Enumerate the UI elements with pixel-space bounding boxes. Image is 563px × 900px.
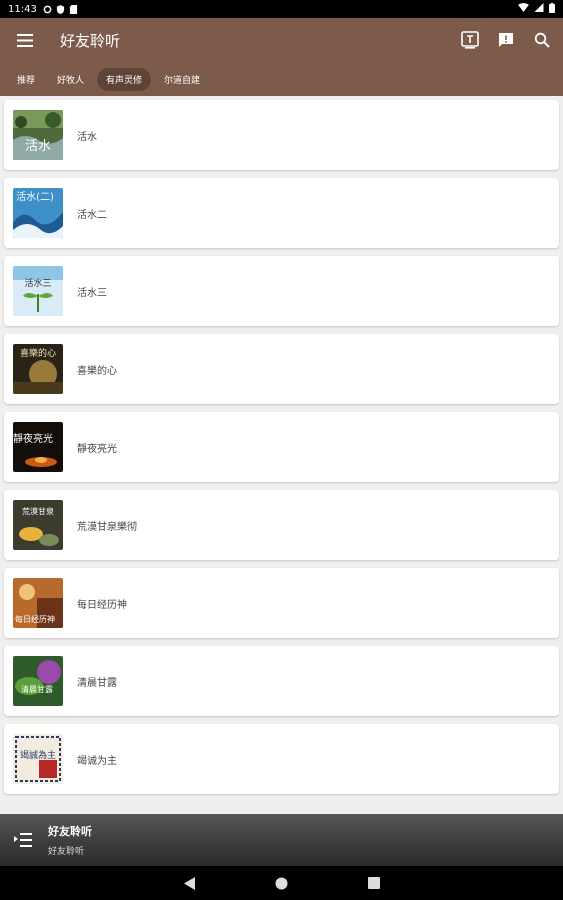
list-item-label: 每日经历神 (77, 599, 127, 611)
list-item[interactable]: 活水三 活水三 (4, 256, 559, 326)
thumbnail-text: 活水 (25, 139, 51, 154)
program-thumbnail: 荒漠甘泉 (13, 500, 63, 550)
list-item-label: 靜夜亮光 (77, 443, 117, 455)
thumbnail-text: 活水(二) (16, 191, 54, 203)
navigation-bar (0, 866, 563, 900)
player-subtitle: 好友聆听 (48, 847, 85, 857)
thumbnail-text: 清晨甘露 (21, 684, 53, 694)
list-item-label: 荒漠甘泉樂彻 (77, 521, 137, 533)
list-item[interactable]: 清晨甘露 清晨甘露 (4, 646, 559, 716)
status-bar: 11:43 (0, 0, 563, 18)
program-thumbnail: 活水 (13, 110, 63, 160)
program-thumbnail: 喜樂的心 (13, 344, 63, 394)
mini-player[interactable]: 好友聆听 好友聆听 (0, 814, 563, 866)
menu-icon[interactable] (10, 25, 40, 55)
program-list: 活水 活水 活水(二) 活水二 活水三 活水三 喜樂的心 喜樂的心 靜夜亮光 靜… (0, 96, 563, 814)
list-item-label: 活水 (77, 131, 97, 143)
thumbnail-text: 每日经历神 (15, 614, 55, 624)
search-icon[interactable] (531, 29, 553, 51)
app-bar: 好友聆听 推荐 好牧人 有声灵修 尔道自建 (0, 18, 563, 96)
tab-recommend[interactable]: 推荐 (8, 68, 44, 91)
back-icon[interactable] (183, 876, 197, 890)
sd-card-icon (69, 4, 78, 14)
program-thumbnail: 活水(二) (13, 188, 63, 238)
program-thumbnail: 活水三 (13, 266, 63, 316)
thumbnail-text: 喜樂的心 (20, 347, 56, 359)
recents-icon[interactable] (367, 876, 381, 890)
playlist-icon[interactable] (12, 829, 34, 851)
app-title: 好友聆听 (60, 31, 121, 50)
list-item-label: 喜樂的心 (77, 365, 117, 377)
tab-audio-devotion[interactable]: 有声灵修 (97, 67, 152, 91)
signal-icon (534, 3, 544, 15)
tab-bar: 推荐 好牧人 有声灵修 尔道自建 (0, 62, 563, 96)
list-item-label: 活水三 (77, 287, 107, 299)
tv-icon[interactable] (459, 29, 481, 51)
wifi-icon (518, 3, 529, 15)
program-thumbnail: 靜夜亮光 (13, 422, 63, 472)
thumbnail-text: 活水三 (24, 277, 51, 289)
list-item-label: 竭诚为主 (77, 755, 117, 767)
shield-icon (56, 4, 65, 14)
program-thumbnail: 竭誠為主 (13, 734, 63, 784)
list-item[interactable]: 活水(二) 活水二 (4, 178, 559, 248)
list-item[interactable]: 活水 活水 (4, 100, 559, 170)
tab-self-built[interactable]: 尔道自建 (155, 68, 209, 91)
status-time: 11:43 (8, 3, 37, 15)
message-icon[interactable] (495, 29, 517, 51)
thumbnail-text: 荒漠甘泉 (22, 506, 54, 516)
list-item-label: 活水二 (77, 209, 107, 221)
list-item[interactable]: 靜夜亮光 靜夜亮光 (4, 412, 559, 482)
list-item[interactable]: 竭誠為主 竭诚为主 (4, 724, 559, 794)
thumbnail-text: 竭誠為主 (20, 749, 56, 761)
player-title: 好友聆听 (48, 825, 92, 838)
program-thumbnail: 每日经历神 (13, 578, 63, 628)
home-icon[interactable] (275, 876, 289, 890)
battery-icon (549, 2, 555, 16)
list-item-label: 清晨甘露 (77, 677, 117, 689)
list-item[interactable]: 喜樂的心 喜樂的心 (4, 334, 559, 404)
list-item[interactable]: 荒漠甘泉 荒漠甘泉樂彻 (4, 490, 559, 560)
gear-icon (43, 5, 52, 14)
program-thumbnail: 清晨甘露 (13, 656, 63, 706)
tab-good-shepherd[interactable]: 好牧人 (48, 68, 93, 91)
thumbnail-text: 靜夜亮光 (13, 432, 53, 445)
list-item[interactable]: 每日经历神 每日经历神 (4, 568, 559, 638)
